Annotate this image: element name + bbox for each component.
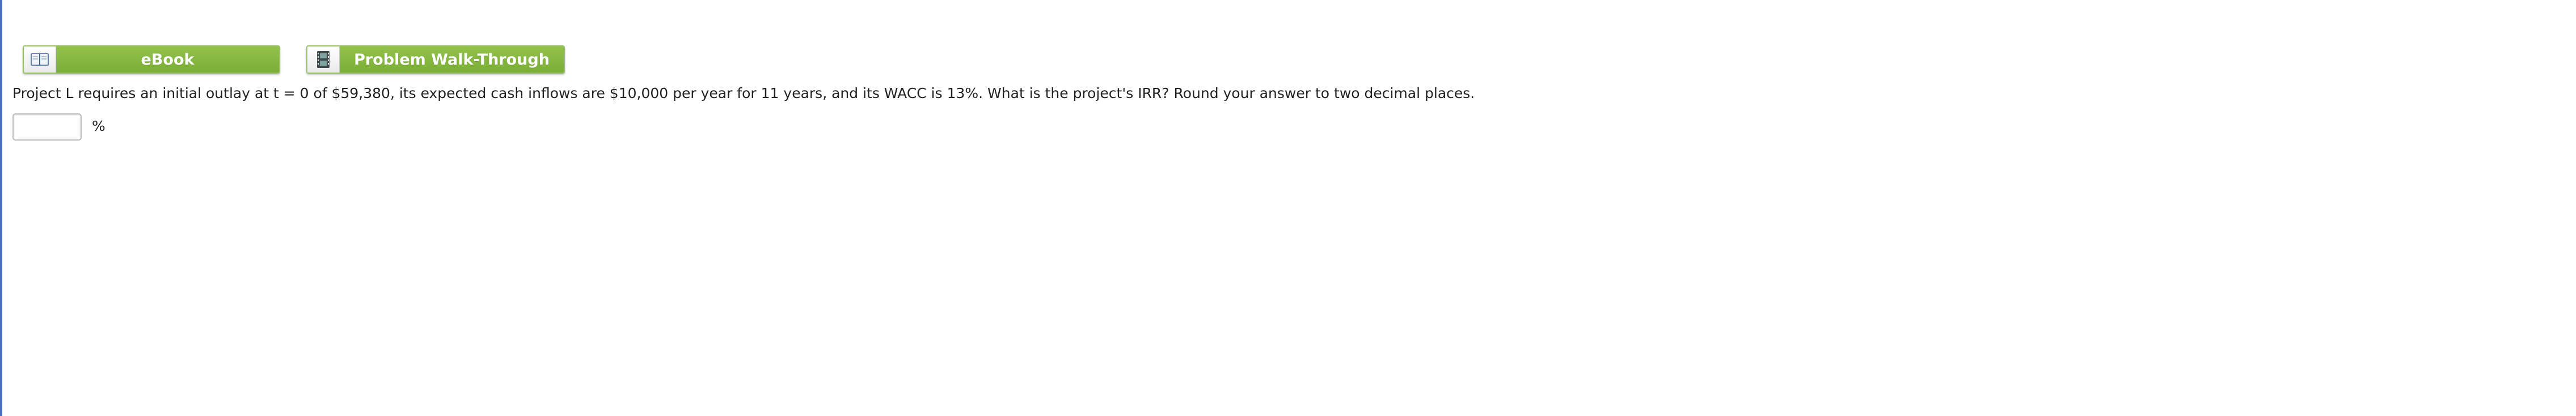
percent-unit-label: % [92, 118, 105, 134]
page-frame: eBook Problem Walk-Through Project L req… [0, 0, 2576, 416]
problem-walkthrough-button[interactable]: Problem Walk-Through [306, 45, 565, 74]
film-icon [317, 51, 330, 68]
walkthrough-icon-box [307, 46, 340, 73]
book-icon [31, 53, 49, 66]
ebook-button[interactable]: eBook [23, 45, 280, 74]
question-text: Project L requires an initial outlay at … [12, 85, 1475, 101]
ebook-label: eBook [56, 46, 279, 73]
ebook-icon-box [24, 46, 56, 73]
walkthrough-label: Problem Walk-Through [340, 46, 564, 73]
irr-answer-input[interactable] [12, 113, 82, 141]
